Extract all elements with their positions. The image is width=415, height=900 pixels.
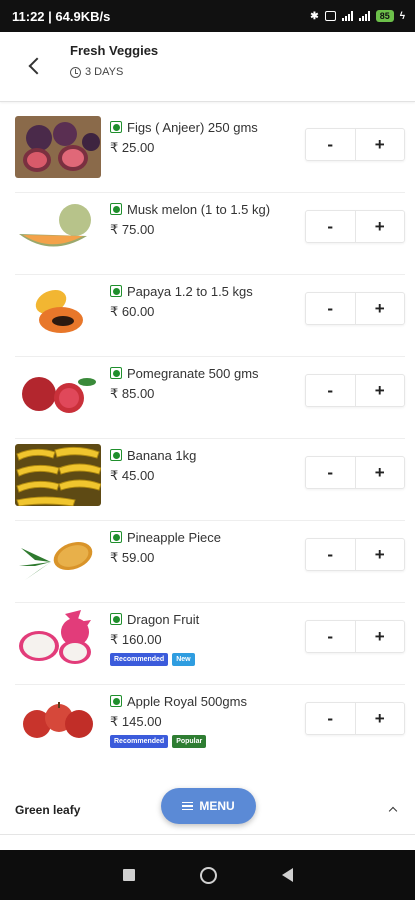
product-item[interactable]: Papaya 1.2 to 1.5 kgs ₹ 60.00 - + — [0, 274, 415, 356]
product-tags: Recommended New — [110, 653, 195, 666]
increment-button[interactable]: + — [356, 539, 405, 570]
recents-icon[interactable] — [122, 869, 135, 881]
app-header: Fresh Veggies 3 DAYS — [0, 32, 415, 102]
papaya-image[interactable] — [15, 280, 101, 342]
increment-button[interactable]: + — [356, 457, 405, 488]
signal-icon-2 — [358, 11, 370, 21]
menu-button[interactable]: MENU — [161, 788, 256, 824]
status-icons: ✱ 85 ϟ — [310, 10, 405, 22]
system-nav-bar — [0, 850, 415, 900]
decrement-button[interactable]: - — [306, 129, 356, 160]
decrement-button[interactable]: - — [306, 621, 356, 652]
product-price: ₹ 25.00 — [110, 140, 155, 155]
veg-indicator-icon — [110, 449, 122, 461]
chevron-up-icon[interactable] — [388, 806, 398, 816]
decrement-button[interactable]: - — [306, 539, 356, 570]
product-item[interactable]: Figs ( Anjeer) 250 gms ₹ 25.00 - + — [0, 110, 415, 192]
increment-button[interactable]: + — [356, 621, 405, 652]
delivery-duration-label: 3 DAYS — [85, 66, 124, 78]
vowifi-icon — [324, 11, 336, 21]
product-price: ₹ 75.00 — [110, 222, 155, 237]
category-title: Green leafy — [15, 802, 81, 817]
pineapple-image[interactable] — [15, 526, 101, 588]
increment-button[interactable]: + — [356, 129, 405, 160]
product-price: ₹ 145.00 — [110, 714, 162, 729]
banana-image[interactable] — [15, 444, 101, 506]
product-item[interactable]: Pineapple Piece ₹ 59.00 - + — [0, 520, 415, 602]
decrement-button[interactable]: - — [306, 211, 356, 242]
product-name: Pineapple Piece — [127, 530, 221, 545]
back-nav-icon[interactable] — [281, 868, 293, 882]
product-tag: Recommended — [110, 735, 169, 748]
veg-indicator-icon — [110, 203, 122, 215]
quantity-stepper: - + — [305, 702, 405, 735]
veg-indicator-icon — [110, 121, 122, 133]
product-name: Figs ( Anjeer) 250 gms — [127, 120, 258, 135]
product-price: ₹ 60.00 — [110, 304, 155, 319]
musk-melon-image[interactable] — [15, 198, 101, 260]
quantity-stepper: - + — [305, 620, 405, 653]
decrement-button[interactable]: - — [306, 375, 356, 406]
quantity-stepper: - + — [305, 538, 405, 571]
product-name: Musk melon (1 to 1.5 kg) — [127, 202, 271, 217]
quantity-stepper: - + — [305, 456, 405, 489]
clock-icon — [70, 66, 81, 78]
menu-list-icon — [182, 801, 194, 811]
product-tag: Popular — [172, 735, 207, 748]
increment-button[interactable]: + — [356, 375, 405, 406]
quantity-stepper: - + — [305, 210, 405, 243]
increment-button[interactable]: + — [356, 211, 405, 242]
menu-button-label: MENU — [199, 799, 235, 813]
veg-indicator-icon — [110, 695, 122, 707]
apple-image[interactable] — [15, 690, 101, 752]
veg-indicator-icon — [110, 285, 122, 297]
page-title: Fresh Veggies — [70, 43, 159, 58]
product-price: ₹ 85.00 — [110, 386, 155, 401]
dragon-fruit-image[interactable] — [15, 608, 101, 670]
home-icon[interactable] — [199, 866, 217, 884]
decrement-button[interactable]: - — [306, 293, 356, 324]
delivery-duration: 3 DAYS — [70, 66, 158, 78]
back-button[interactable] — [15, 46, 55, 86]
product-name: Pomegranate 500 gms — [127, 366, 259, 381]
figs-image[interactable] — [15, 116, 101, 178]
quantity-stepper: - + — [305, 292, 405, 325]
product-item[interactable]: Dragon Fruit ₹ 160.00 Recommended New - + — [0, 602, 415, 684]
signal-icon — [341, 11, 353, 21]
decrement-button[interactable]: - — [306, 457, 356, 488]
product-price: ₹ 59.00 — [110, 550, 155, 565]
bluetooth-icon: ✱ — [310, 10, 319, 22]
charging-icon: ϟ — [399, 10, 405, 22]
product-item[interactable]: Musk melon (1 to 1.5 kg) ₹ 75.00 - + — [0, 192, 415, 274]
quantity-stepper: - + — [305, 374, 405, 407]
product-price: ₹ 45.00 — [110, 468, 155, 483]
product-name: Papaya 1.2 to 1.5 kgs — [127, 284, 253, 299]
veg-indicator-icon — [110, 367, 122, 379]
product-tag: New — [172, 653, 195, 666]
quantity-stepper: - + — [305, 128, 405, 161]
increment-button[interactable]: + — [356, 293, 405, 324]
pomegranate-image[interactable] — [15, 362, 101, 424]
product-name: Apple Royal 500gms — [127, 694, 247, 709]
product-price: ₹ 160.00 — [110, 632, 162, 647]
status-time-speed: 11:22 | 64.9KB/s — [12, 8, 111, 24]
product-tag: Recommended — [110, 653, 169, 666]
back-arrow-icon — [28, 57, 46, 75]
product-name: Banana 1kg — [127, 448, 197, 463]
decrement-button[interactable]: - — [306, 703, 356, 734]
product-item[interactable]: Pomegranate 500 gms ₹ 85.00 - + — [0, 356, 415, 438]
increment-button[interactable]: + — [356, 703, 405, 734]
product-item[interactable]: Banana 1kg ₹ 45.00 - + — [0, 438, 415, 520]
veg-indicator-icon — [110, 613, 122, 625]
product-item[interactable]: Apple Royal 500gms ₹ 145.00 Recommended Pop… — [0, 684, 415, 766]
product-list: Figs ( Anjeer) 250 gms ₹ 25.00- + Musk melo… — [0, 110, 415, 766]
product-tags: Recommended Popular — [110, 735, 207, 748]
status-bar: 11:22 | 64.9KB/s ✱ 85 ϟ — [0, 0, 415, 32]
product-name: Dragon Fruit — [127, 612, 200, 627]
battery-icon: 85 — [375, 10, 394, 22]
veg-indicator-icon — [110, 531, 122, 543]
